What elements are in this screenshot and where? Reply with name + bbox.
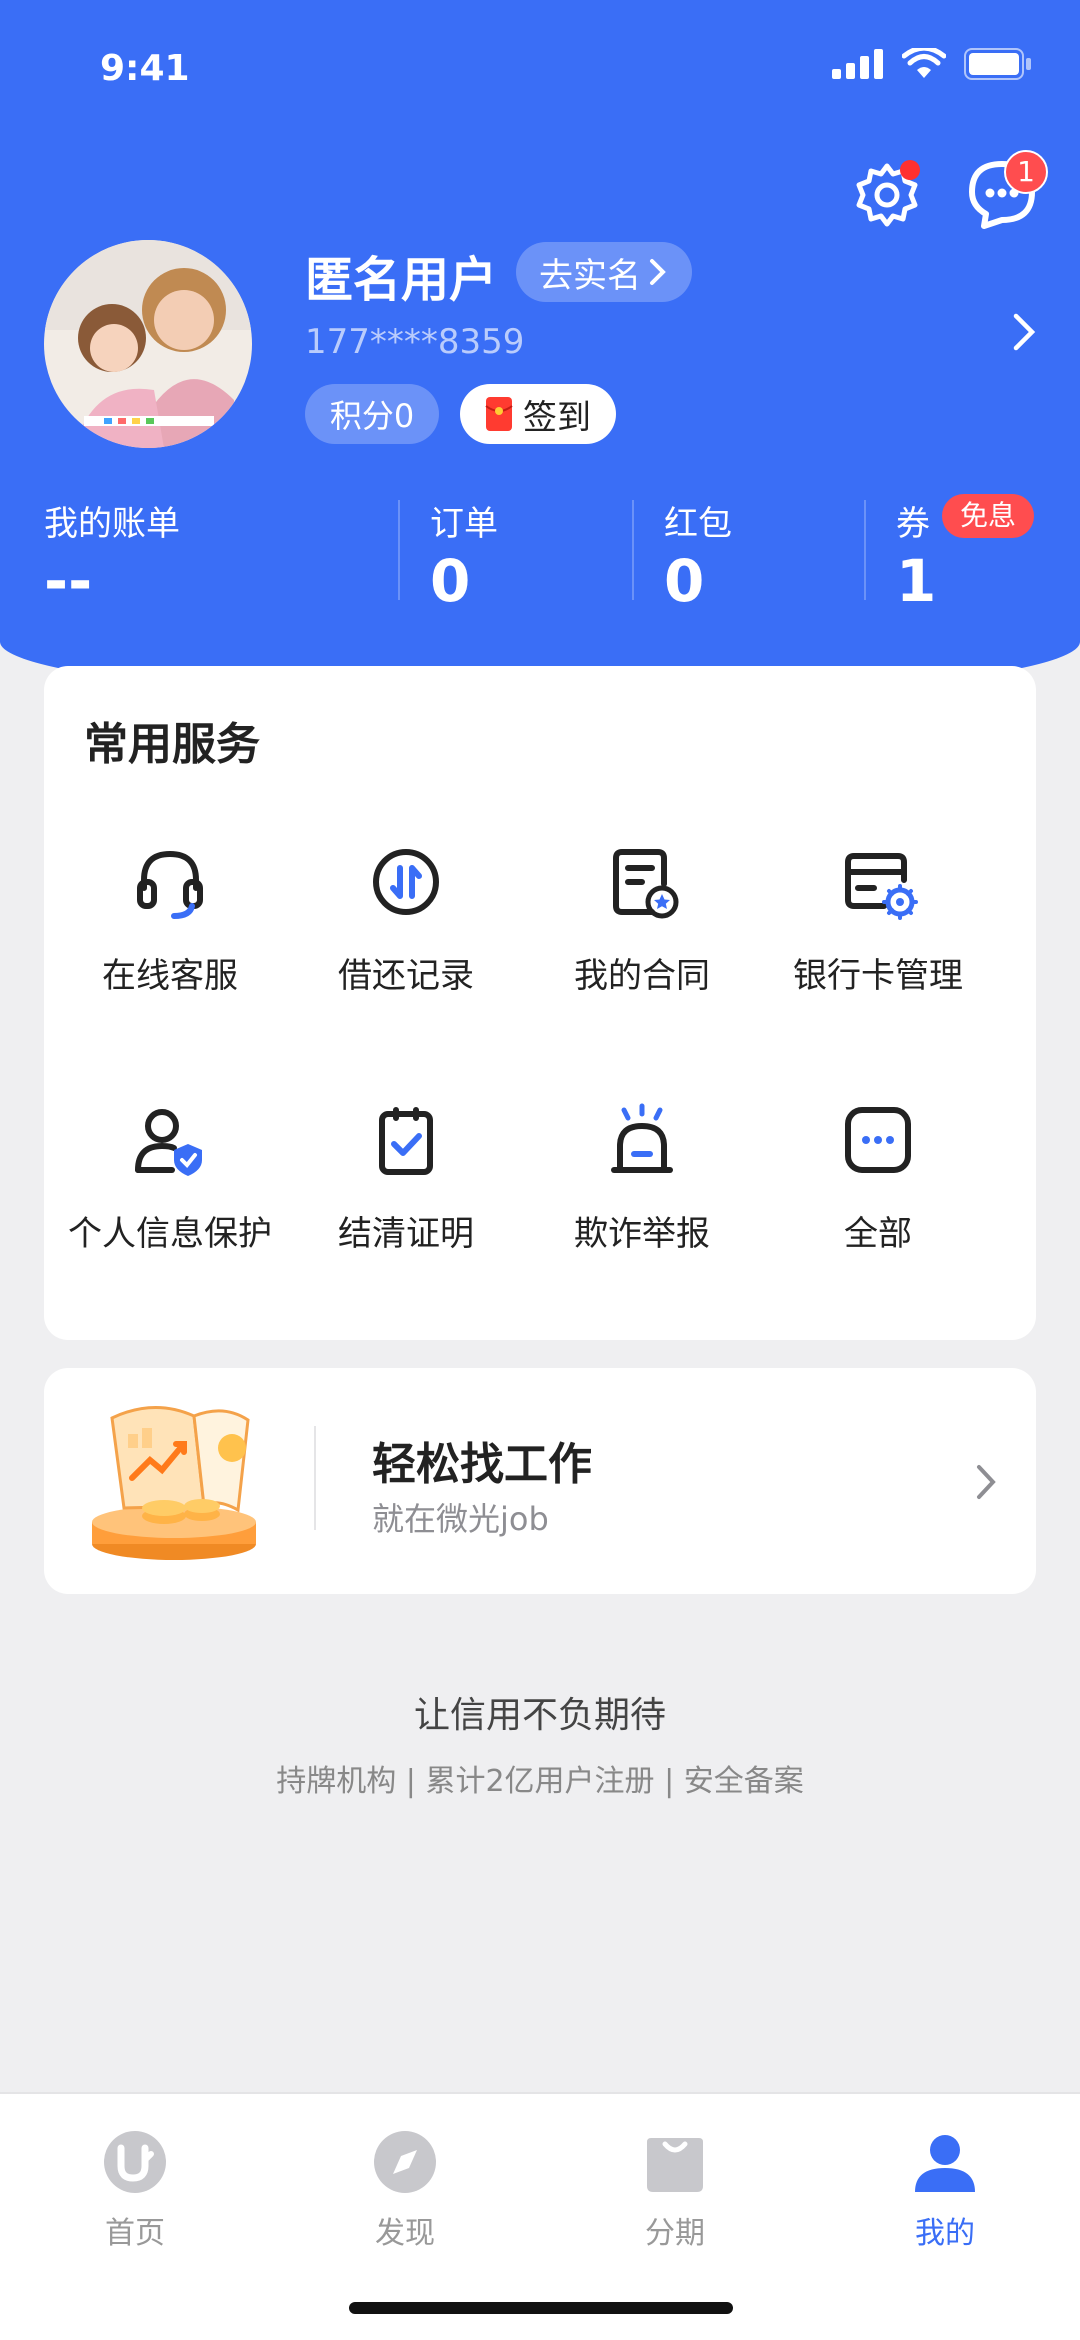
service-label: 在线客服 [102,956,238,996]
service-my-contracts[interactable]: 我的合同 [524,842,760,997]
job-promo-banner[interactable]: 轻松找工作 就在微光job [44,1368,1036,1594]
bank-card-icon [845,853,918,920]
tab-mine[interactable]: 我的 [810,2130,1080,2252]
clipboard-check-icon [379,1107,433,1175]
stat-label: 订单 [430,504,498,544]
profile-detail-button[interactable] [1010,310,1038,358]
divider [398,500,400,600]
home-indicator [349,2302,733,2314]
red-envelope-icon [485,397,513,431]
service-online-support[interactable]: 在线客服 [52,842,288,997]
verify-identity-label: 去实名 [539,255,641,296]
user-icon [915,2135,975,2192]
chevron-right-icon [977,1465,996,1499]
services-title: 常用服务 [84,719,260,770]
chevron-right-icon [650,259,666,285]
avatar[interactable] [44,240,252,448]
stat-bill[interactable]: 我的账单 -- [44,496,180,615]
promo-divider [314,1426,316,1530]
phone-number: 177****8359 [305,322,525,362]
messages-button[interactable]: 1 [962,150,1048,232]
service-label: 个人信息保护 [68,1214,272,1254]
service-settlement-certificate[interactable]: 结清证明 [288,1100,524,1255]
stat-label: 红包 [664,504,732,544]
settings-dot [900,160,920,180]
promo-title: 轻松找工作 [372,1439,592,1490]
tab-label: 分期 [645,2216,705,2251]
chevron-right-icon [1013,313,1036,351]
more-icon [845,1107,911,1173]
battery-icon [964,48,1031,80]
service-label: 欺诈举报 [574,1214,710,1254]
service-label: 全部 [844,1214,912,1254]
checkin-label: 签到 [523,397,591,438]
contract-icon [613,849,679,919]
service-bank-card-management[interactable]: 银行卡管理 [760,842,996,997]
finance-illustration [92,1406,256,1560]
alarm-icon [611,1103,673,1173]
service-label: 结清证明 [338,1214,474,1254]
messages-badge: 1 [1004,150,1048,194]
divider [632,500,634,600]
privacy-shield-icon [135,1109,202,1176]
signal-icon [832,49,883,79]
stat-value: 0 [664,547,705,615]
service-loan-records[interactable]: 借还记录 [288,842,524,997]
stat-label: 券 [896,504,930,544]
service-label: 我的合同 [574,956,710,996]
status-time: 9:41 [100,48,190,89]
service-all[interactable]: 全部 [760,1100,996,1255]
home-logo-icon [104,2131,166,2193]
checkin-button[interactable]: 签到 [460,384,616,444]
stat-value: 0 [430,547,471,615]
slogan: 让信用不负期待 [413,1695,666,1736]
stat-value: 1 [896,547,937,615]
services-card: 常用服务 在线客服 借还记录 我的合同 银行卡管理 个人信息保护 结清证明 欺诈… [44,666,1036,1340]
divider [864,500,866,600]
stat-value: -- [44,547,93,615]
status-icons [832,48,1032,80]
tab-installments[interactable]: 分期 [540,2130,810,2252]
shopping-bag-icon [647,2138,703,2192]
trust-tagline: 持牌机构 | 累计2亿用户注册 | 安全备案 [276,1764,804,1799]
transfer-icon [373,849,439,915]
promo-subtitle: 就在微光job [372,1500,549,1538]
stat-red-packets[interactable]: 红包 0 [664,496,732,615]
stat-coupons[interactable]: 券 1 [896,496,936,615]
stat-label: 我的账单 [44,504,180,544]
verify-identity-button[interactable]: 去实名 [516,242,692,302]
tab-label: 发现 [375,2216,435,2251]
tab-home[interactable]: 首页 [0,2130,270,2252]
wifi-icon [902,48,946,78]
tab-discover[interactable]: 发现 [270,2130,540,2252]
points-button[interactable]: 积分0 [305,384,439,444]
tab-label: 首页 [105,2216,165,2251]
username: 匿名用户 [305,252,498,308]
avatar-illustration [44,240,252,448]
headset-icon [137,850,203,919]
service-privacy-protection[interactable]: 个人信息保护 [52,1100,288,1255]
service-fraud-report[interactable]: 欺诈举报 [524,1100,760,1255]
service-label: 借还记录 [338,956,474,996]
tab-label: 我的 [915,2216,975,2251]
compass-icon [374,2131,436,2193]
stat-orders[interactable]: 订单 0 [430,496,498,615]
service-label: 银行卡管理 [793,956,963,996]
settings-button[interactable] [852,160,922,230]
interest-free-badge: 免息 [942,494,1035,538]
